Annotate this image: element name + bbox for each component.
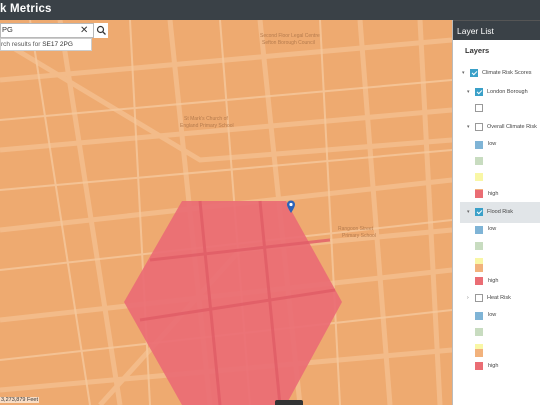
map-view[interactable]: Second Floor Legal Centre Sefton Borough… [0, 20, 452, 405]
checkbox-checked[interactable] [475, 88, 483, 96]
place-label: Sefton Borough Council [262, 40, 315, 46]
place-label: Rangoon Street [338, 226, 374, 232]
borough-legend [475, 104, 487, 112]
legend-label-high: high [488, 191, 499, 197]
scale-readout: 3,273,879 Feet [0, 397, 40, 403]
legend-swatch [475, 349, 483, 357]
search-suggestion[interactable]: rch results for SE17 2PG [0, 38, 92, 51]
checkbox-checked[interactable] [475, 208, 483, 216]
layer-climate-risk[interactable]: ▾ Climate Risk Scores [462, 69, 532, 77]
checkbox-unchecked[interactable] [475, 294, 483, 302]
search-button[interactable] [93, 23, 108, 38]
search-input[interactable]: PG [2, 25, 13, 34]
layer-label: Overall Climate Risk [487, 124, 537, 130]
suggestion-prefix: rch results for [1, 41, 43, 48]
location-pin-icon[interactable] [286, 200, 296, 214]
suggestion-postcode: SE17 2PG [42, 41, 73, 48]
layer-heat-risk[interactable]: › Heat Risk [467, 294, 511, 302]
layer-flood-risk[interactable]: ▾ Flood Risk [467, 208, 513, 216]
layer-london-borough[interactable]: ▾ London Borough [467, 88, 528, 96]
place-label: England Primary School [180, 123, 234, 129]
layer-overall-climate-risk[interactable]: ▾ Overall Climate Risk [467, 123, 537, 131]
place-label: Second Floor Legal Centre [260, 33, 320, 39]
layer-label: Flood Risk [487, 209, 513, 215]
chevron-down-icon[interactable]: ▾ [467, 89, 472, 95]
legend-label-high: high [488, 278, 499, 284]
legend-swatch-low [475, 312, 483, 320]
legend-swatch-low [475, 141, 483, 149]
place-label: Primary School [342, 233, 376, 239]
legend-swatch-high [475, 277, 483, 285]
legend-label-low: low [488, 312, 497, 318]
place-label: St Mark's Church of [184, 116, 228, 122]
legend-swatch [475, 264, 483, 272]
panel-title: Layer List [453, 20, 540, 40]
app-title: k Metrics [0, 3, 52, 15]
search-box[interactable]: PG ✕ [0, 23, 108, 38]
layer-label: Heat Risk [487, 295, 511, 301]
legend-label-low: low [488, 141, 497, 147]
legend-swatch-empty [475, 104, 483, 112]
legend-label-low: low [488, 226, 497, 232]
layer-label: Climate Risk Scores [482, 70, 532, 76]
panel-subtitle: Layers [465, 46, 490, 55]
legend-swatch [475, 242, 483, 250]
map-canvas[interactable]: Second Floor Legal Centre Sefton Borough… [0, 20, 452, 405]
checkbox-unchecked[interactable] [475, 123, 483, 131]
chevron-right-icon[interactable]: › [467, 295, 472, 301]
chevron-down-icon[interactable]: ▾ [467, 209, 472, 215]
legend-swatch [475, 328, 483, 336]
app-header: k Metrics [0, 0, 540, 20]
chevron-down-icon[interactable]: ▾ [467, 124, 472, 130]
chevron-down-icon[interactable]: ▾ [462, 70, 467, 76]
legend-swatch [475, 173, 483, 181]
legend-swatch-high [475, 190, 483, 198]
close-icon[interactable]: ✕ [80, 24, 88, 37]
legend-swatch-low [475, 226, 483, 234]
search-icon [96, 25, 106, 35]
legend-swatch-high [475, 362, 483, 370]
legend-label-high: high [488, 363, 499, 369]
map-toggle-button[interactable] [275, 400, 303, 405]
layer-label: London Borough [487, 89, 528, 95]
legend-swatch [475, 157, 483, 165]
checkbox-checked[interactable] [470, 69, 478, 77]
